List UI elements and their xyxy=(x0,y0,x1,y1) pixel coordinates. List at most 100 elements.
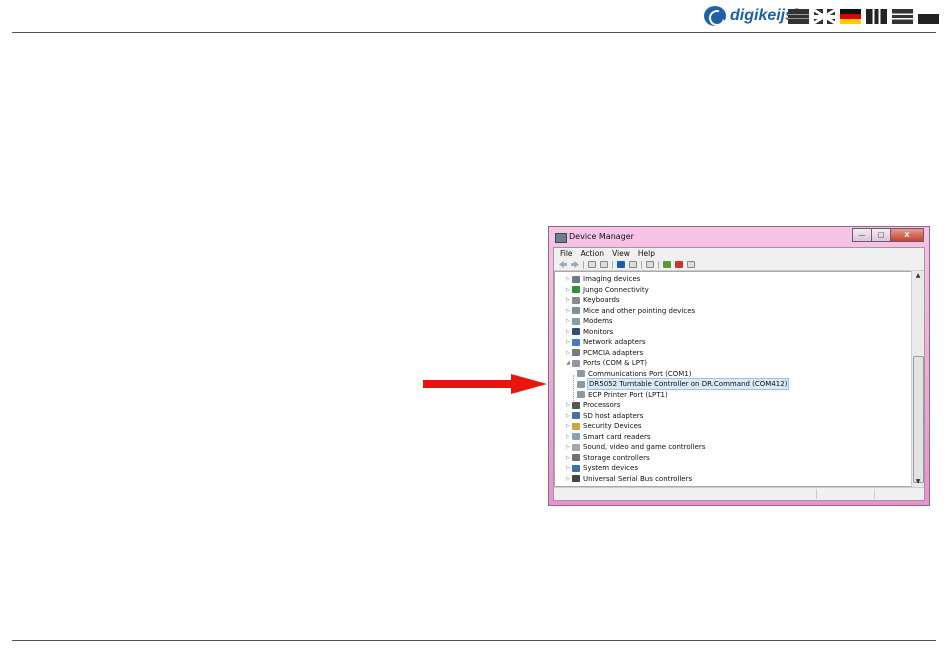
flag-fr-icon[interactable] xyxy=(866,9,887,24)
footer-rule xyxy=(12,640,936,641)
processor-icon xyxy=(572,401,580,409)
properties-icon[interactable] xyxy=(600,261,608,268)
window-client: File Action View Help ▷ Imaging devices ▷ J… xyxy=(553,247,925,501)
tree-category-item[interactable]: ▷ Universal Serial Bus controllers xyxy=(566,474,692,484)
tree-category-item[interactable]: ▷ Modems xyxy=(566,316,613,326)
menu-action[interactable]: Action xyxy=(581,249,605,258)
menu-view[interactable]: View xyxy=(612,249,630,258)
toolbar-separator xyxy=(658,260,659,269)
tree-category-item[interactable]: ▷ PCMCIA adapters xyxy=(566,348,643,358)
uninstall-icon[interactable] xyxy=(675,261,683,268)
tree-category-item[interactable]: ▷ SD host adapters xyxy=(566,411,643,421)
tree-category-item[interactable]: ▷ Monitors xyxy=(566,327,613,337)
tree-child-item[interactable]: ECP Printer Port (LPT1) xyxy=(577,390,668,400)
tree-category-item[interactable]: ▷ Sound, video and game controllers xyxy=(566,442,705,452)
tree-item-label: Keyboards xyxy=(583,296,620,304)
window-title: Device Manager xyxy=(569,232,634,241)
show-hide-tree-icon[interactable] xyxy=(588,261,596,268)
scroll-up-icon[interactable]: ▲ xyxy=(912,271,924,281)
tree-item-label: Jungo Connectivity xyxy=(583,285,649,294)
menu-bar: File Action View Help xyxy=(554,248,924,259)
help-icon[interactable] xyxy=(617,261,625,268)
flag-nl-icon[interactable] xyxy=(788,9,809,24)
tree-item-label: Processors xyxy=(583,401,621,409)
tree-category-item[interactable]: ▷ Processors xyxy=(566,400,620,410)
flag-it-icon[interactable] xyxy=(892,9,913,24)
flag-de-icon[interactable] xyxy=(840,9,861,24)
toolbar-separator xyxy=(641,260,642,269)
title-bar[interactable]: Device Manager — □ X xyxy=(549,227,929,247)
usb-icon xyxy=(572,475,580,482)
tree-category-item[interactable]: ▷ Mice and other pointing devices xyxy=(566,306,695,316)
maximize-button[interactable]: □ xyxy=(871,228,891,242)
enable-device-icon[interactable] xyxy=(687,261,695,268)
tree-category-item[interactable]: ◢ Ports (COM & LPT) xyxy=(566,358,647,368)
tree-item-label: Modems xyxy=(583,317,613,325)
flag-uk-icon[interactable] xyxy=(814,9,835,24)
device-manager-icon xyxy=(555,233,567,243)
pointer-arrow xyxy=(423,374,547,394)
security-icon xyxy=(572,422,580,430)
digikeijs-logo[interactable]: digikeijs® xyxy=(704,6,799,26)
scroll-down-icon[interactable]: ▼ xyxy=(912,477,924,487)
monitor-icon xyxy=(572,328,580,335)
sound-icon xyxy=(572,443,580,451)
mouse-icon xyxy=(572,307,580,314)
tree-connector-line xyxy=(573,375,574,401)
status-cell xyxy=(816,489,817,499)
tree-item-label: DR5052 Turntable Controller on DR.Comman… xyxy=(586,378,790,390)
back-icon[interactable] xyxy=(559,261,567,268)
system-icon xyxy=(572,464,580,472)
minimize-button[interactable]: — xyxy=(852,228,872,242)
tree-item-label: SD host adapters xyxy=(583,411,644,420)
keyboard-icon xyxy=(572,296,580,304)
tree-category-item[interactable]: ▷ Security Devices xyxy=(566,421,642,431)
header-rule xyxy=(12,32,936,33)
update-driver-icon[interactable] xyxy=(663,261,671,268)
scan-hardware-icon[interactable] xyxy=(646,261,654,268)
jungo-icon xyxy=(572,286,580,293)
flag-dk-icon[interactable] xyxy=(918,9,939,24)
tree-item-label: Communications Port (COM1) xyxy=(588,369,692,378)
toolbar-separator xyxy=(612,260,613,269)
tree-item-label: System devices xyxy=(583,464,638,472)
tree-child-item[interactable]: Communications Port (COM1) xyxy=(577,369,692,379)
tree-item-label: Network adapters xyxy=(583,338,646,346)
menu-help[interactable]: Help xyxy=(638,249,655,258)
tree-category-item[interactable]: ▷ Storage controllers xyxy=(566,453,650,463)
tree-child-item[interactable]: DR5052 Turntable Controller on DR.Comman… xyxy=(577,378,790,390)
tree-category-item[interactable]: ▷ Imaging devices xyxy=(566,274,640,284)
status-bar xyxy=(554,487,924,500)
scroll-thumb[interactable] xyxy=(913,356,924,483)
menu-file[interactable]: File xyxy=(560,249,573,258)
pcmcia-icon xyxy=(572,349,580,356)
tree-item-label: PCMCIA adapters xyxy=(583,348,644,357)
port-icon xyxy=(572,359,580,367)
tree-category-item[interactable]: ▷ Keyboards xyxy=(566,295,620,305)
tree-item-label: Universal Serial Bus controllers xyxy=(583,474,693,483)
device-manager-window: Device Manager — □ X File Action View He… xyxy=(548,226,930,506)
tree-category-item[interactable]: ▷ Jungo Connectivity xyxy=(566,285,649,295)
tree-item-label: Mice and other pointing devices xyxy=(583,306,696,315)
language-flags xyxy=(788,9,939,24)
view-icon[interactable] xyxy=(629,261,637,268)
tree-item-label: Sound, video and game controllers xyxy=(583,443,706,451)
tree-category-item[interactable]: ▷ Smart card readers xyxy=(566,432,651,442)
toolbar-separator xyxy=(583,260,584,269)
digikeijs-logo-icon xyxy=(704,6,726,26)
port-icon xyxy=(577,370,585,377)
smartcard-icon xyxy=(572,433,580,440)
port-icon xyxy=(577,391,585,398)
vertical-scrollbar[interactable]: ▲ ▼ xyxy=(911,271,924,487)
modem-icon xyxy=(572,317,580,325)
close-button[interactable]: X xyxy=(890,228,924,242)
tree-item-label: ECP Printer Port (LPT1) xyxy=(588,390,668,399)
tree-category-item[interactable]: ▷ Network adapters xyxy=(566,337,646,347)
tree-item-label: Ports (COM & LPT) xyxy=(583,359,647,367)
device-tree[interactable]: ▷ Imaging devices ▷ Jungo Connectivity ▷ Keyb… xyxy=(554,271,912,487)
forward-icon[interactable] xyxy=(571,261,579,268)
network-icon xyxy=(572,338,580,346)
port-icon xyxy=(577,380,585,388)
sd-icon xyxy=(572,412,580,419)
tree-category-item[interactable]: ▷ System devices xyxy=(566,463,638,473)
